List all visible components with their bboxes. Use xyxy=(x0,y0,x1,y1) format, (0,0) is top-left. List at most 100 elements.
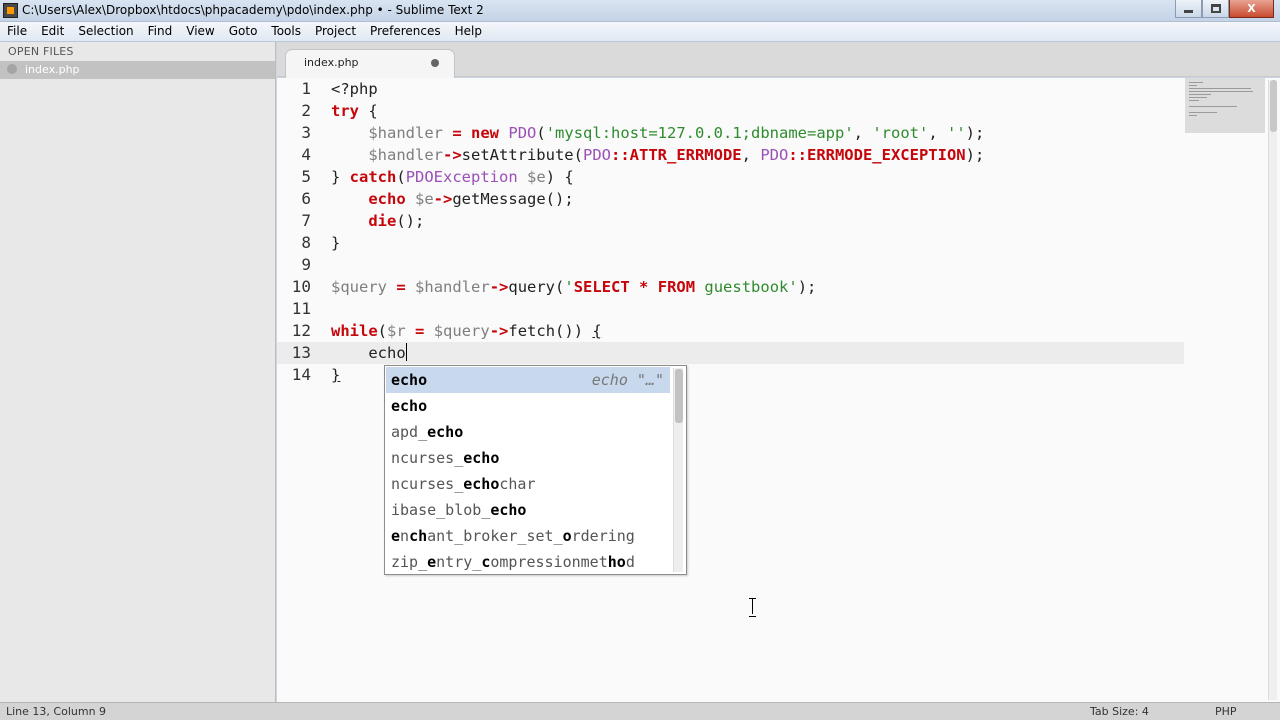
menu-view[interactable]: View xyxy=(179,22,221,41)
line-number: 13 xyxy=(291,343,311,362)
code-line-1: <?php xyxy=(331,80,378,98)
autocomplete-item[interactable]: enchant_broker_set_ordering xyxy=(386,523,670,549)
match-text: echo xyxy=(463,449,500,467)
line-number: 14 xyxy=(291,365,311,384)
code-line-4: $handler->setAttribute(PDO::ATTR_ERRMODE… xyxy=(368,146,985,164)
line-number: 3 xyxy=(301,123,311,142)
match-text: ch xyxy=(409,527,428,545)
autocomplete-popup: echo echo "…" echo apd_echo ncurses_echo … xyxy=(384,365,687,575)
editor-scroll-thumb[interactable] xyxy=(1270,80,1277,132)
match-text: echo xyxy=(391,397,428,415)
autocomplete-item[interactable]: ncurses_echo xyxy=(386,445,670,471)
autocomplete-scrollbar[interactable] xyxy=(673,368,683,572)
line-number: 1 xyxy=(301,79,311,98)
menu-file[interactable]: File xyxy=(0,22,34,41)
code-line-14: } xyxy=(331,366,341,384)
code-line-2: try { xyxy=(331,102,378,120)
menu-help[interactable]: Help xyxy=(448,22,489,41)
menu-bar: File Edit Selection Find View Goto Tools… xyxy=(0,22,1280,42)
code-line-8: } xyxy=(331,234,341,252)
close-icon: X xyxy=(1247,2,1256,15)
item-text: rdering xyxy=(571,527,635,545)
autocomplete-item[interactable]: apd_echo xyxy=(386,419,670,445)
hint-string: "…" xyxy=(636,371,664,389)
item-text: n xyxy=(400,527,410,545)
item-text: ntry_ xyxy=(436,553,482,571)
window-controls: X xyxy=(1175,0,1274,18)
title-bar: C:\Users\Alex\Dropbox\htdocs\phpacademy\… xyxy=(0,0,1280,22)
tab-label: index.php xyxy=(304,56,359,69)
sidebar: OPEN FILES index.php xyxy=(0,42,276,702)
minimap[interactable] xyxy=(1185,78,1265,133)
item-text: ncurses_ xyxy=(391,475,464,493)
maximize-button[interactable] xyxy=(1202,0,1229,18)
open-files-header: OPEN FILES xyxy=(8,45,74,58)
close-button[interactable]: X xyxy=(1229,0,1274,18)
code-line-3: $handler = new PDO('mysql:host=127.0.0.1… xyxy=(368,124,985,142)
unsaved-dot-icon[interactable] xyxy=(431,59,439,67)
menu-selection[interactable]: Selection xyxy=(71,22,140,41)
autocomplete-item[interactable]: ncurses_echochar xyxy=(386,471,670,497)
match-text: o xyxy=(562,527,572,545)
item-text: d xyxy=(625,553,635,571)
sidebar-file-name: index.php xyxy=(25,63,80,76)
line-number: 5 xyxy=(301,167,311,186)
match-text: echo xyxy=(490,501,527,519)
match-text: e xyxy=(391,527,401,545)
match-text: ho xyxy=(607,553,626,571)
item-text: apd_ xyxy=(391,423,428,441)
editor-scrollbar[interactable] xyxy=(1268,80,1277,700)
menu-goto[interactable]: Goto xyxy=(222,22,265,41)
text-caret xyxy=(405,343,407,361)
line-number: 11 xyxy=(291,299,311,318)
hint-keyword: echo xyxy=(591,371,628,389)
tab-size-indicator[interactable]: Tab Size: 4 xyxy=(1090,705,1149,718)
text-cursor-icon xyxy=(749,598,756,617)
sidebar-file-item[interactable]: index.php xyxy=(0,61,275,79)
code-line-5: } catch(PDOException $e) { xyxy=(331,168,574,186)
autocomplete-item[interactable]: echo echo "…" xyxy=(386,367,670,393)
current-line-highlight xyxy=(277,342,1184,364)
match-text: echo xyxy=(391,371,428,389)
menu-project[interactable]: Project xyxy=(308,22,363,41)
cursor-position: Line 13, Column 9 xyxy=(6,705,107,718)
line-number: 9 xyxy=(301,255,311,274)
syntax-indicator[interactable]: PHP xyxy=(1215,705,1237,718)
autocomplete-item[interactable]: echo xyxy=(386,393,670,419)
match-text: c xyxy=(481,553,491,571)
autocomplete-item[interactable]: zip_entry_compressionmethod xyxy=(386,549,670,575)
code-line-12: while($r = $query->fetch()) { xyxy=(331,322,602,340)
close-file-icon[interactable] xyxy=(7,64,17,74)
status-bar: Line 13, Column 9 Tab Size: 4 PHP xyxy=(0,702,1280,720)
match-text: echo xyxy=(427,423,464,441)
menu-edit[interactable]: Edit xyxy=(34,22,71,41)
match-text: e xyxy=(427,553,437,571)
tab-index-php[interactable]: index.php xyxy=(285,49,455,78)
menu-tools[interactable]: Tools xyxy=(264,22,308,41)
minimize-button[interactable] xyxy=(1175,0,1202,18)
window-title: C:\Users\Alex\Dropbox\htdocs\phpacademy\… xyxy=(22,3,484,17)
autocomplete-scroll-thumb[interactable] xyxy=(675,369,683,423)
line-number: 4 xyxy=(301,145,311,164)
line-number: 12 xyxy=(291,321,311,340)
menu-find[interactable]: Find xyxy=(141,22,180,41)
code-line-10: $query = $handler->query('SELECT * FROM … xyxy=(331,278,817,296)
line-number: 7 xyxy=(301,211,311,230)
code-line-13: echo xyxy=(331,343,407,362)
menu-preferences[interactable]: Preferences xyxy=(363,22,448,41)
item-text: ncurses_ xyxy=(391,449,464,467)
minimize-icon xyxy=(1184,10,1193,13)
item-text: ant_broker_set_ xyxy=(427,527,563,545)
sublime-app-icon[interactable] xyxy=(3,3,18,18)
item-text: ibase_blob_ xyxy=(391,501,491,519)
completion-hint: echo "…" xyxy=(592,367,664,393)
code-line-7: die(); xyxy=(368,212,425,230)
tab-bar: index.php xyxy=(277,42,1280,78)
item-text: zip_ xyxy=(391,553,428,571)
line-number-gutter: 1 2 3 4 5 6 7 8 9 10 11 12 13 14 xyxy=(277,78,327,702)
autocomplete-item[interactable]: ibase_blob_echo xyxy=(386,497,670,523)
code-line-6: echo $e->getMessage(); xyxy=(368,190,574,208)
line-number: 10 xyxy=(291,277,311,296)
line-number: 2 xyxy=(301,101,311,120)
line-number: 8 xyxy=(301,233,311,252)
